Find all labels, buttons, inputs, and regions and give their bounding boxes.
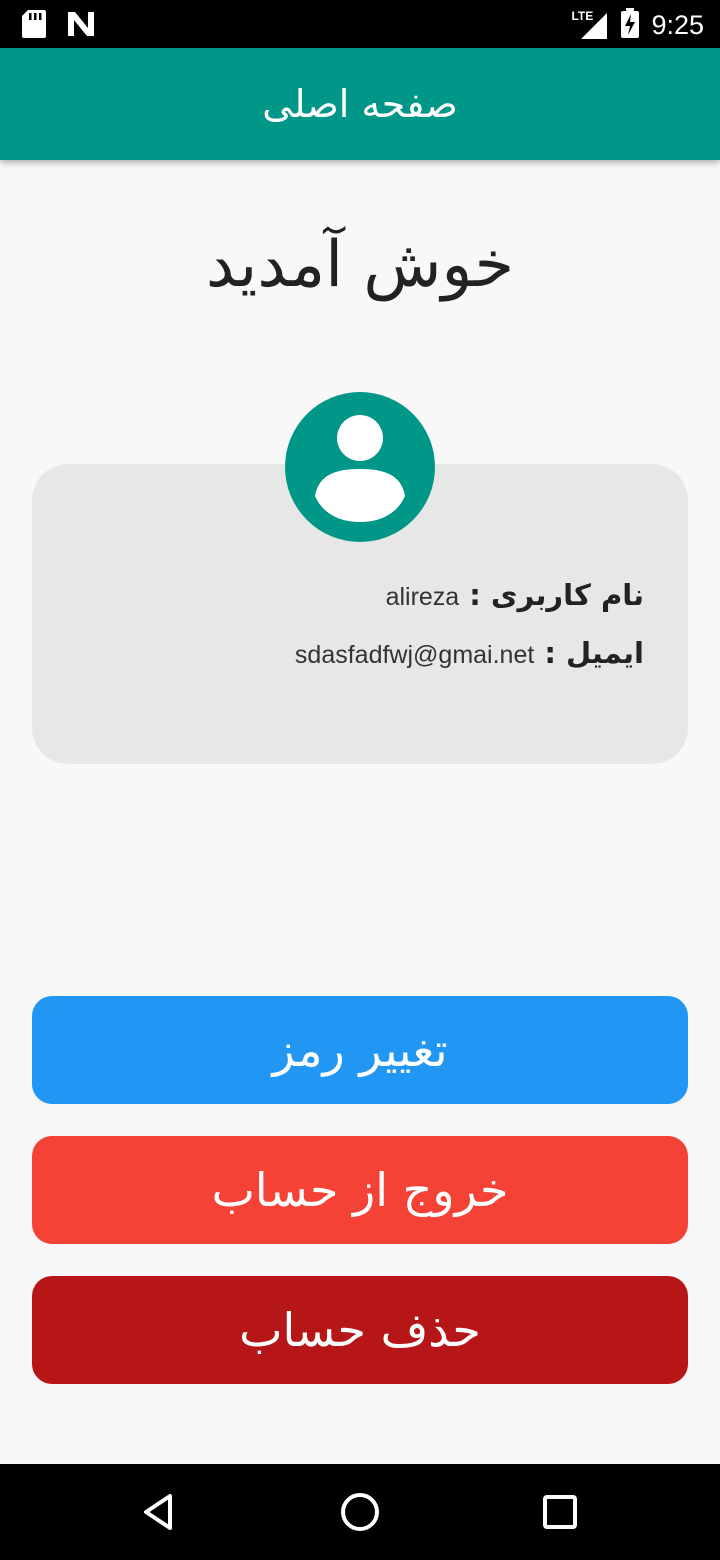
username-value: alireza — [385, 583, 460, 611]
account-circle-icon — [285, 392, 435, 542]
home-icon[interactable] — [336, 1488, 384, 1536]
email-label: ایمیل : — [544, 636, 644, 670]
navigation-bar — [0, 1464, 720, 1560]
app-bar-title: صفحه اصلی — [262, 82, 458, 126]
logout-button[interactable]: خروج از حساب — [32, 1136, 688, 1244]
back-icon[interactable] — [136, 1488, 184, 1536]
signal-icon: LTE — [571, 9, 609, 41]
change-password-button[interactable]: تغییر رمز — [32, 996, 688, 1104]
username-row: نام کاربری : alireza — [386, 578, 644, 612]
n-notification-icon — [66, 10, 96, 42]
app-bar: صفحه اصلی — [0, 48, 720, 160]
welcome-heading: خوش آمدید — [205, 228, 515, 302]
status-bar: LTE 9:25 — [0, 0, 720, 48]
clock: 9:25 — [651, 9, 704, 40]
email-value: sdasfadfwj@gmai.net — [294, 641, 535, 669]
delete-account-button[interactable]: حذف حساب — [32, 1276, 688, 1384]
recents-icon[interactable] — [536, 1488, 584, 1536]
username-label: نام کاربری : — [469, 578, 644, 612]
email-row: ایمیل : sdasfadfwj@gmai.net — [295, 636, 644, 670]
sd-card-icon — [22, 10, 46, 42]
battery-charging-icon — [621, 8, 640, 42]
